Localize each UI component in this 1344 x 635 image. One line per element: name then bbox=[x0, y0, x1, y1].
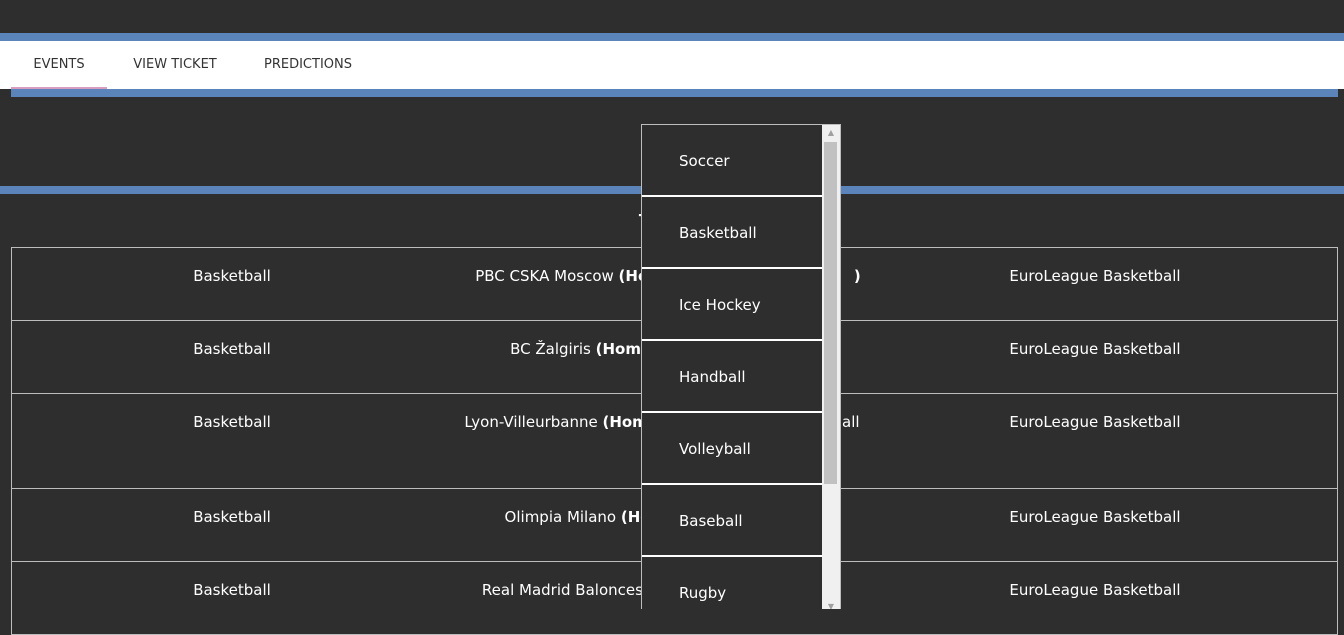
nav-accent-stripe bbox=[11, 89, 1338, 97]
event-league: EuroLeague Basketball bbox=[1009, 508, 1181, 526]
main-nav: EVENTS VIEW TICKET PREDICTIONS bbox=[0, 41, 1344, 89]
dropdown-option-label: Handball bbox=[679, 368, 746, 386]
event-sport: Basketball bbox=[193, 340, 271, 358]
dropdown-option-handball[interactable]: Handball bbox=[642, 341, 822, 413]
dropdown-option-label: Baseball bbox=[679, 512, 743, 530]
dropdown-option-baseball[interactable]: Baseball bbox=[642, 485, 822, 557]
dropdown-option-soccer[interactable]: Soccer bbox=[642, 125, 822, 197]
event-away-suffix: ) bbox=[853, 267, 861, 285]
dropdown-scrollbar[interactable]: ▲ ▼ bbox=[822, 125, 840, 609]
event-team: Olimpia Milano bbox=[504, 508, 621, 526]
dropdown-option-label: Ice Hockey bbox=[679, 296, 761, 314]
tab-view-ticket[interactable]: VIEW TICKET bbox=[124, 41, 226, 89]
tab-predictions[interactable]: PREDICTIONS bbox=[252, 41, 364, 89]
sport-dropdown[interactable]: Soccer Basketball Ice Hockey Handball Vo… bbox=[641, 124, 841, 609]
scroll-up-arrow-icon[interactable]: ▲ bbox=[822, 125, 840, 141]
scroll-thumb[interactable] bbox=[824, 142, 837, 484]
dropdown-option-label: Rugby bbox=[679, 584, 727, 602]
dropdown-option-label: Soccer bbox=[679, 152, 730, 170]
event-match: Olimpia Milano (Hor bbox=[408, 507, 658, 527]
event-team: BC Žalgiris bbox=[510, 340, 596, 358]
event-sport: Basketball bbox=[193, 267, 271, 285]
scroll-down-arrow-icon[interactable]: ▼ bbox=[822, 603, 840, 610]
event-league: EuroLeague Basketball bbox=[1009, 581, 1181, 599]
dropdown-option-label: Basketball bbox=[679, 224, 757, 242]
event-team: Lyon-Villeurbanne bbox=[464, 413, 603, 431]
dropdown-option-ice-hockey[interactable]: Ice Hockey bbox=[642, 269, 822, 341]
event-match: Lyon-Villeurbanne (Home bbox=[408, 412, 658, 432]
event-league: EuroLeague Basketball bbox=[1009, 413, 1181, 431]
event-team: PBC CSKA Moscow bbox=[475, 267, 619, 285]
event-league: EuroLeague Basketball bbox=[1009, 340, 1181, 358]
event-sport: Basketball bbox=[193, 413, 271, 431]
top-header-bar bbox=[0, 0, 1344, 33]
dropdown-option-rugby[interactable]: Rugby bbox=[642, 557, 822, 609]
event-league: EuroLeague Basketball bbox=[1009, 267, 1181, 285]
event-team: Real Madrid Baloncesto bbox=[481, 581, 658, 599]
top-accent-stripe bbox=[0, 33, 1344, 41]
event-sport: Basketball bbox=[193, 581, 271, 599]
event-sport: Basketball bbox=[193, 508, 271, 526]
tab-events[interactable]: EVENTS bbox=[11, 41, 107, 89]
event-match: BC Žalgiris (Home) bbox=[408, 339, 658, 359]
event-match: Real Madrid Baloncesto bbox=[408, 580, 658, 600]
dropdown-option-volleyball[interactable]: Volleyball bbox=[642, 413, 822, 485]
event-away-suffix: all bbox=[842, 413, 860, 431]
dropdown-option-basketball[interactable]: Basketball bbox=[642, 197, 822, 269]
dropdown-option-label: Volleyball bbox=[679, 440, 751, 458]
